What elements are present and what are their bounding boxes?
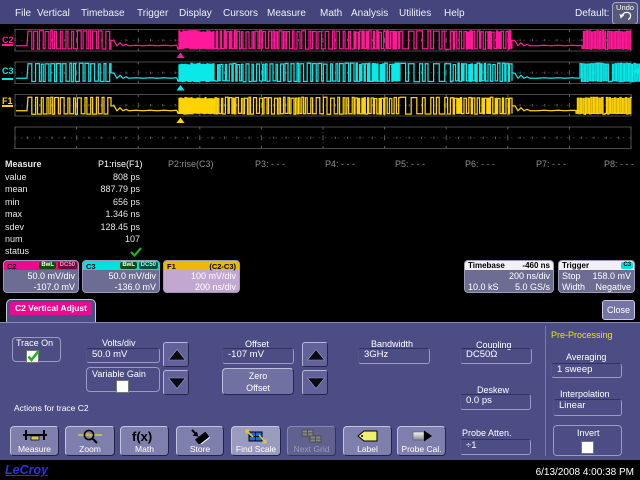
svg-text:C2: C2 [2,35,14,45]
svg-text:F1: F1 [2,96,13,106]
svg-text:C3: C3 [2,66,14,76]
svg-text:f(x): f(x) [132,429,152,444]
